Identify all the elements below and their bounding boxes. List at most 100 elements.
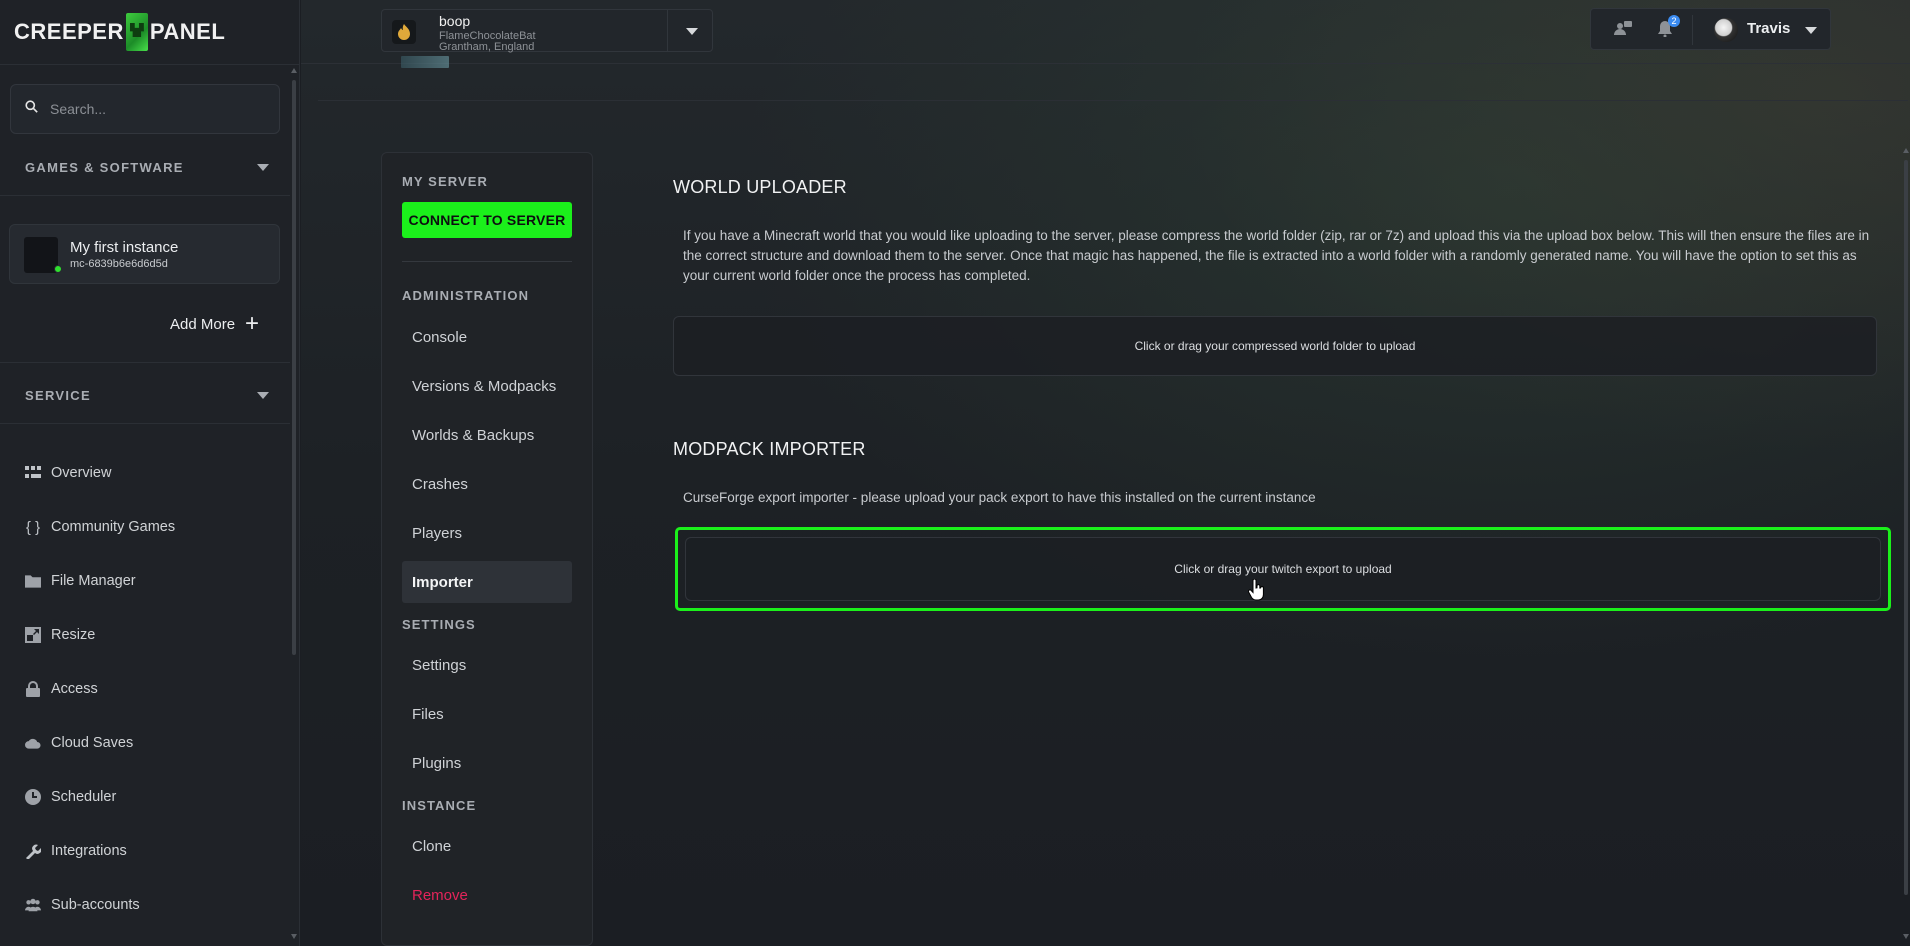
nav-item-community-games[interactable]: { } Community Games	[25, 500, 285, 554]
menu-item-versions-modpacks[interactable]: Versions & Modpacks	[402, 365, 572, 407]
connect-to-server-button[interactable]: CONNECT TO SERVER	[402, 202, 572, 238]
nav-item-integrations[interactable]: Integrations	[25, 824, 285, 878]
divider	[1692, 15, 1693, 45]
grid-icon	[25, 465, 41, 481]
notification-badge: 2	[1668, 15, 1680, 27]
search-box[interactable]	[10, 84, 280, 134]
divider	[318, 100, 1908, 101]
user-name[interactable]: Travis	[1747, 20, 1790, 37]
administration-heading: ADMINISTRATION	[402, 288, 530, 303]
nav-label: Cloud Saves	[51, 735, 134, 751]
server-menu: MY SERVER CONNECT TO SERVER ADMINISTRATI…	[381, 152, 593, 946]
search-icon	[25, 100, 38, 118]
modpack-importer-title: MODPACK IMPORTER	[673, 439, 866, 459]
menu-item-settings[interactable]: Settings	[402, 644, 572, 686]
divider	[402, 261, 572, 262]
logo-text-left: CREEPER	[14, 19, 124, 44]
chevron-down-icon	[257, 392, 269, 399]
hand-cursor-icon	[1247, 578, 1264, 606]
instance-heading: INSTANCE	[402, 798, 477, 813]
cloud-icon	[25, 735, 41, 751]
avatar[interactable]	[1714, 18, 1738, 42]
menu-item-importer[interactable]: Importer	[402, 561, 572, 603]
menu-item-remove[interactable]: Remove	[402, 874, 572, 916]
online-status-dot	[54, 265, 62, 273]
scroll-up-arrow[interactable]	[1903, 148, 1909, 153]
service-heading: SERVICE	[25, 388, 91, 403]
nav-label: Community Games	[51, 519, 176, 535]
chevron-down-icon	[257, 164, 269, 171]
my-server-heading: MY SERVER	[402, 174, 489, 189]
server-selector[interactable]: boop FlameChocolateBat Grantham, England	[381, 9, 713, 53]
search-input[interactable]	[50, 101, 250, 117]
divider	[0, 195, 290, 196]
nav-item-sub-accounts[interactable]: Sub-accounts	[25, 878, 285, 932]
sidebar: CREEPER PANEL GAMES & SOFTWARE My first …	[0, 0, 300, 946]
modpack-upload-dropzone[interactable]: Click or drag your twitch export to uplo…	[685, 537, 1881, 601]
modpack-dropzone-highlight: Click or drag your twitch export to uplo…	[675, 527, 1891, 611]
server-name: boop	[439, 13, 471, 29]
sidebar-scrollbar[interactable]	[292, 80, 296, 655]
world-uploader-description: If you have a Minecraft world that you w…	[683, 228, 1870, 283]
nav-item-scheduler[interactable]: Scheduler	[25, 770, 285, 824]
service-toggle[interactable]: SERVICE	[25, 388, 275, 403]
chevron-down-icon[interactable]	[1805, 27, 1817, 34]
user-toolbar: 2 Travis	[1590, 8, 1831, 50]
nav-label: Integrations	[51, 843, 127, 859]
menu-item-clone[interactable]: Clone	[402, 825, 572, 867]
menu-item-console[interactable]: Console	[402, 316, 572, 358]
scroll-up-arrow[interactable]	[291, 68, 297, 73]
nav-label: Overview	[51, 465, 112, 481]
clock-icon	[25, 789, 41, 805]
divider	[0, 64, 300, 65]
instance-card[interactable]: My first instance mc-6839b6e6d6d5d	[9, 224, 280, 284]
menu-item-plugins[interactable]: Plugins	[402, 742, 572, 784]
menu-item-files[interactable]: Files	[402, 693, 572, 735]
resize-icon	[25, 627, 41, 643]
server-icon	[392, 20, 416, 44]
nav-label: Sub-accounts	[51, 897, 140, 913]
folder-icon	[25, 573, 41, 589]
nav-item-overview[interactable]: Overview	[25, 446, 285, 500]
games-software-toggle[interactable]: GAMES & SOFTWARE	[25, 160, 275, 175]
instance-id: mc-6839b6e6d6d5d	[70, 258, 168, 270]
braces-icon: { }	[25, 518, 41, 536]
logo-text-right: PANEL	[149, 19, 226, 44]
nav-label: File Manager	[51, 573, 136, 589]
world-upload-dropzone[interactable]: Click or drag your compressed world fold…	[673, 316, 1877, 376]
divider	[0, 423, 290, 424]
modpack-importer-description: CurseForge export importer - please uplo…	[683, 490, 1316, 505]
server-banner-thumbnail	[401, 56, 449, 68]
nav-item-cloud-saves[interactable]: Cloud Saves	[25, 716, 285, 770]
nav-item-file-manager[interactable]: File Manager	[25, 554, 285, 608]
menu-item-crashes[interactable]: Crashes	[402, 463, 572, 505]
wrench-icon	[25, 843, 41, 859]
lock-icon	[25, 681, 41, 697]
scroll-down-arrow[interactable]	[1903, 934, 1909, 939]
users-icon	[25, 897, 41, 913]
nav-item-resize[interactable]: Resize	[25, 608, 285, 662]
plus-icon: +	[245, 310, 260, 337]
dropzone-label: Click or drag your compressed world fold…	[1134, 339, 1416, 353]
divider	[0, 362, 290, 363]
main-content: boop FlameChocolateBat Grantham, England…	[301, 0, 1910, 946]
scroll-down-arrow[interactable]	[291, 934, 297, 939]
creeper-panel-logo[interactable]: CREEPER PANEL	[14, 10, 274, 54]
divider	[667, 10, 668, 51]
top-bar: boop FlameChocolateBat Grantham, England…	[301, 0, 1910, 64]
menu-item-worlds-backups[interactable]: Worlds & Backups	[402, 414, 572, 456]
main-scrollbar[interactable]	[1904, 160, 1908, 895]
instance-avatar	[24, 237, 58, 273]
add-more-button[interactable]: Add More +	[170, 310, 260, 337]
nav-item-access[interactable]: Access	[25, 662, 285, 716]
world-uploader-title: WORLD UPLOADER	[673, 177, 847, 197]
menu-item-players[interactable]: Players	[402, 512, 572, 554]
nav-label: Scheduler	[51, 789, 117, 805]
dropzone-label: Click or drag your twitch export to uplo…	[1174, 562, 1392, 576]
games-software-heading: GAMES & SOFTWARE	[25, 160, 184, 175]
instance-name: My first instance	[70, 239, 179, 256]
service-nav: Overview { } Community Games File Manage…	[25, 446, 285, 932]
chevron-down-icon[interactable]	[686, 28, 698, 35]
nav-label: Resize	[51, 627, 96, 643]
support-chat-icon[interactable]	[1614, 21, 1632, 36]
